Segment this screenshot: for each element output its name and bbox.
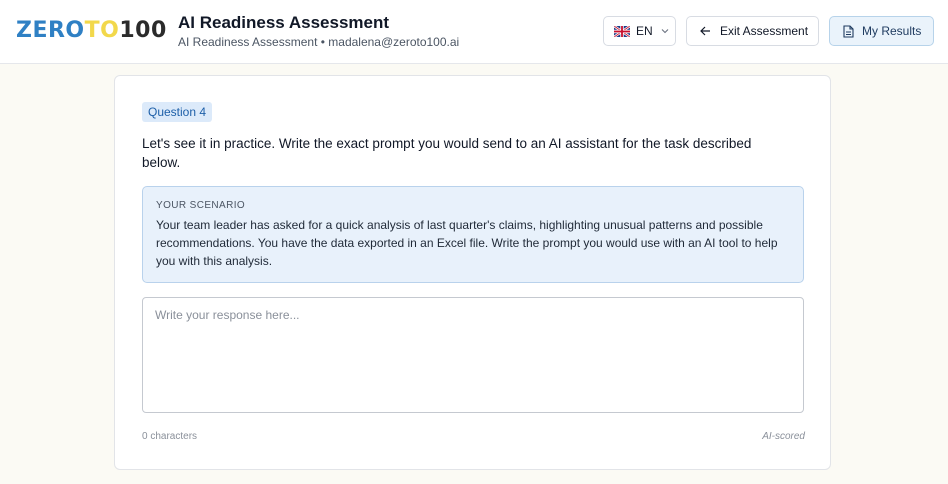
my-results-label: My Results <box>862 24 922 38</box>
page-title: AI Readiness Assessment <box>178 13 390 32</box>
arrow-left-icon <box>700 26 710 36</box>
scenario-label: YOUR SCENARIO <box>156 200 246 211</box>
logo-text-100: 100 <box>119 18 167 43</box>
chevron-down-icon <box>661 29 669 34</box>
language-selector[interactable]: EN <box>603 16 676 46</box>
question-prompt: Let's see it in practice. Write the exac… <box>142 136 752 170</box>
character-count: 0 characters <box>142 431 198 442</box>
exit-assessment-label: Exit Assessment <box>720 24 809 38</box>
scenario-box: YOUR SCENARIO Your team leader has asked… <box>142 186 804 283</box>
logo-text-zero: ZERO <box>16 18 85 43</box>
top-header: ZEROTO100 AI Readiness Assessment AI Rea… <box>0 0 948 64</box>
uk-flag-icon <box>614 25 630 37</box>
my-results-button[interactable]: My Results <box>829 16 934 46</box>
scenario-text: Your team leader has asked for a quick a… <box>156 218 778 268</box>
language-code: EN <box>636 24 653 38</box>
document-icon <box>843 24 854 38</box>
page-subtitle: AI Readiness Assessment • madalena@zerot… <box>178 35 460 49</box>
zeroto100-logo[interactable]: ZEROTO100 <box>16 19 167 43</box>
ai-scored-note: AI-scored <box>762 431 805 442</box>
question-card: Question 4 Let's see it in practice. Wri… <box>114 75 831 470</box>
logo-text-to: TO <box>84 18 120 43</box>
question-number-badge: Question 4 <box>142 102 213 122</box>
response-textarea[interactable] <box>142 297 804 413</box>
exit-assessment-button[interactable]: Exit Assessment <box>686 16 819 46</box>
